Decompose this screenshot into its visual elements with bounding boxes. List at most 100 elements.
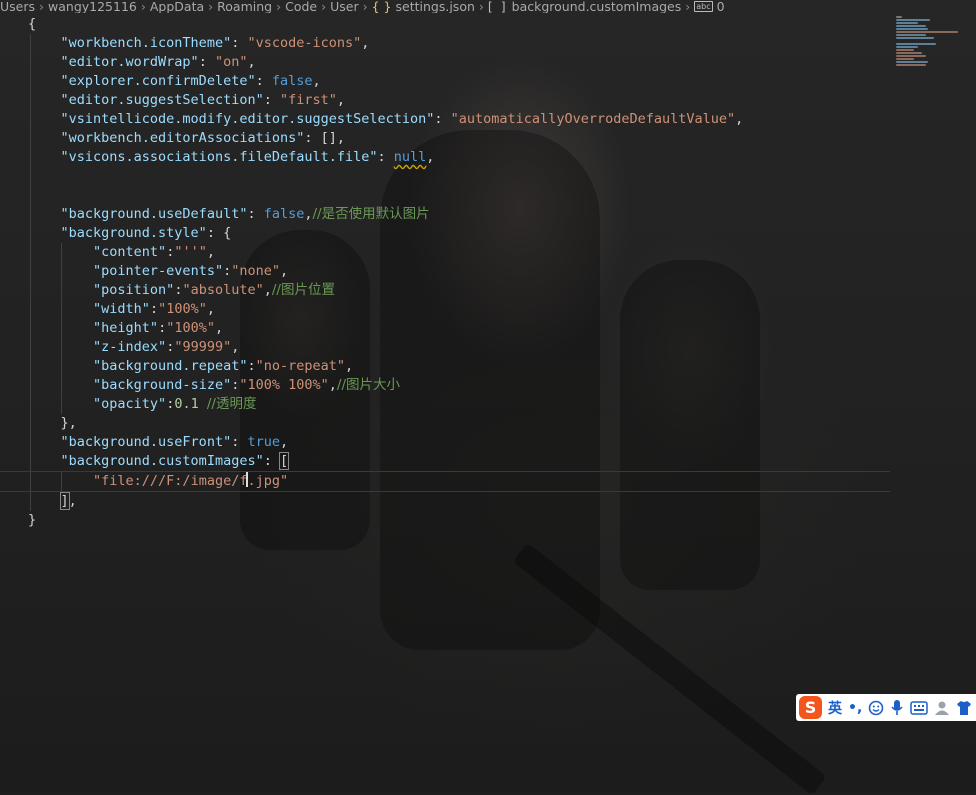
code-line[interactable]: "editor.wordWrap": "on", (0, 53, 890, 72)
code-line[interactable]: "background.style": { (0, 224, 890, 243)
punctuation-icon[interactable]: •, (848, 700, 862, 716)
indent-guide (30, 186, 31, 205)
ime-language-toggle[interactable]: 英 (828, 698, 842, 718)
minimap-line (896, 52, 922, 54)
chevron-right-icon: › (208, 0, 214, 13)
chevron-right-icon: › (321, 0, 327, 13)
code-line[interactable]: { (0, 15, 890, 34)
indent-guide (30, 148, 31, 167)
minimap-line (896, 49, 914, 51)
code-line[interactable] (0, 186, 890, 205)
code-comment: //图片大小 (336, 377, 400, 393)
code-line[interactable] (0, 167, 890, 186)
json-key: "workbench.editorAssociations" (60, 130, 305, 146)
minimap-line (896, 64, 926, 66)
code-line[interactable]: "background.customImages": [ (0, 452, 890, 471)
minimap[interactable] (896, 16, 976, 76)
minimap-line (896, 43, 936, 45)
json-key: "background.repeat" (93, 358, 248, 374)
code-line[interactable]: "opacity":0.1 //透明度 (0, 395, 890, 414)
shirt-icon[interactable] (956, 700, 972, 716)
minimap-line (896, 31, 958, 33)
indent-guide (30, 53, 31, 72)
breadcrumb-item-code[interactable]: Code (285, 0, 317, 13)
code-line[interactable]: "vsintellicode.modify.editor.suggestSele… (0, 110, 890, 129)
json-key: "vsintellicode.modify.editor.suggestSele… (60, 111, 435, 127)
keyboard-icon[interactable] (910, 700, 929, 715)
minimap-line (896, 37, 934, 39)
json-value-warning[interactable]: null (394, 149, 427, 165)
json-key: "background.useDefault" (60, 206, 248, 222)
code-line[interactable]: "background.repeat":"no-repeat", (0, 357, 890, 376)
breadcrumb-item-appdata[interactable]: AppData (150, 0, 204, 13)
breadcrumb-item-index[interactable]: 0 (717, 0, 725, 13)
code-line[interactable]: } (0, 511, 890, 530)
json-value: false (271, 73, 313, 89)
breadcrumb-item-custom-images[interactable]: background.customImages (512, 0, 682, 13)
code-line[interactable]: "pointer-events":"none", (0, 262, 890, 281)
code-line[interactable]: "background.useFront": true, (0, 433, 890, 452)
bracket-open-highlight: [ (278, 452, 290, 470)
breadcrumb-item-users[interactable]: Users (0, 0, 35, 13)
breadcrumb-item-roaming[interactable]: Roaming (217, 0, 272, 13)
chevron-right-icon: › (362, 0, 368, 13)
code-line[interactable]: ], (0, 492, 890, 511)
microphone-icon[interactable] (890, 699, 904, 716)
user-icon[interactable] (934, 700, 950, 716)
minimap-line (896, 55, 926, 57)
code-line[interactable]: "height":"100%", (0, 319, 890, 338)
json-key: "background.customImages" (60, 453, 264, 469)
code-comment: //图片位置 (271, 282, 335, 298)
minimap-line (896, 61, 928, 63)
code-line[interactable]: "z-index":"99999", (0, 338, 890, 357)
code-line[interactable]: "workbench.iconTheme": "vscode-icons", (0, 34, 890, 53)
json-value: "100%" (166, 320, 215, 336)
indent-guide (30, 72, 31, 91)
chevron-right-icon: › (478, 0, 484, 13)
json-file-icon: { } (371, 0, 392, 13)
breadcrumb-item-user[interactable]: User (330, 0, 359, 13)
brace-close: } (28, 512, 37, 528)
code-line[interactable]: }, (0, 414, 890, 433)
json-value: [] (320, 130, 337, 146)
minimap-line (896, 28, 928, 30)
json-key: "background.useFront" (60, 434, 232, 450)
code-line[interactable]: "width":"100%", (0, 300, 890, 319)
emoji-icon[interactable] (868, 700, 884, 716)
current-code-line[interactable]: "file:///F:/image/f.jpg" (0, 471, 890, 492)
breadcrumb-item-user-folder[interactable]: wangy125116 (48, 0, 137, 13)
code-line[interactable]: "position":"absolute",//图片位置 (0, 281, 890, 300)
json-value: "none" (231, 263, 280, 279)
json-key: "explorer.confirmDelete" (60, 73, 256, 89)
code-editor[interactable]: { "workbench.iconTheme": "vscode-icons",… (0, 15, 890, 530)
json-key: "editor.wordWrap" (60, 54, 199, 70)
indent-guide (30, 224, 31, 243)
json-value: "automaticallyOverrodeDefaultValue" (450, 111, 736, 127)
chevron-right-icon: › (685, 0, 691, 13)
code-line[interactable]: "vsicons.associations.fileDefault.file":… (0, 148, 890, 167)
json-value: "first" (279, 92, 337, 108)
indent-guide (30, 91, 31, 110)
code-line[interactable]: "content":"''", (0, 243, 890, 262)
code-line[interactable]: "explorer.confirmDelete": false, (0, 72, 890, 91)
json-value: "absolute" (182, 282, 264, 298)
json-value: false (263, 206, 305, 222)
code-line[interactable]: "editor.suggestSelection": "first", (0, 91, 890, 110)
code-line[interactable]: "workbench.editorAssociations": [], (0, 129, 890, 148)
indent-guide (30, 167, 31, 186)
json-value: "99999" (174, 339, 232, 355)
string-symbol-icon: abc (694, 1, 713, 12)
indent-guide (30, 205, 31, 224)
breadcrumb-item-settings-json[interactable]: settings.json (396, 0, 475, 13)
json-key: "position" (93, 282, 175, 298)
json-key: "width" (93, 301, 150, 317)
code-line[interactable]: "background.useDefault": false,//是否使用默认图… (0, 205, 890, 224)
ime-toolbar[interactable]: S 英 •, (796, 694, 976, 721)
minimap-line (896, 16, 902, 18)
minimap-line (896, 34, 926, 36)
json-value: .jpg" (247, 473, 289, 489)
indent-guide (30, 34, 31, 53)
json-key: "z-index" (93, 339, 167, 355)
sogou-logo-icon[interactable]: S (799, 696, 822, 719)
code-line[interactable]: "background-size":"100% 100%",//图片大小 (0, 376, 890, 395)
